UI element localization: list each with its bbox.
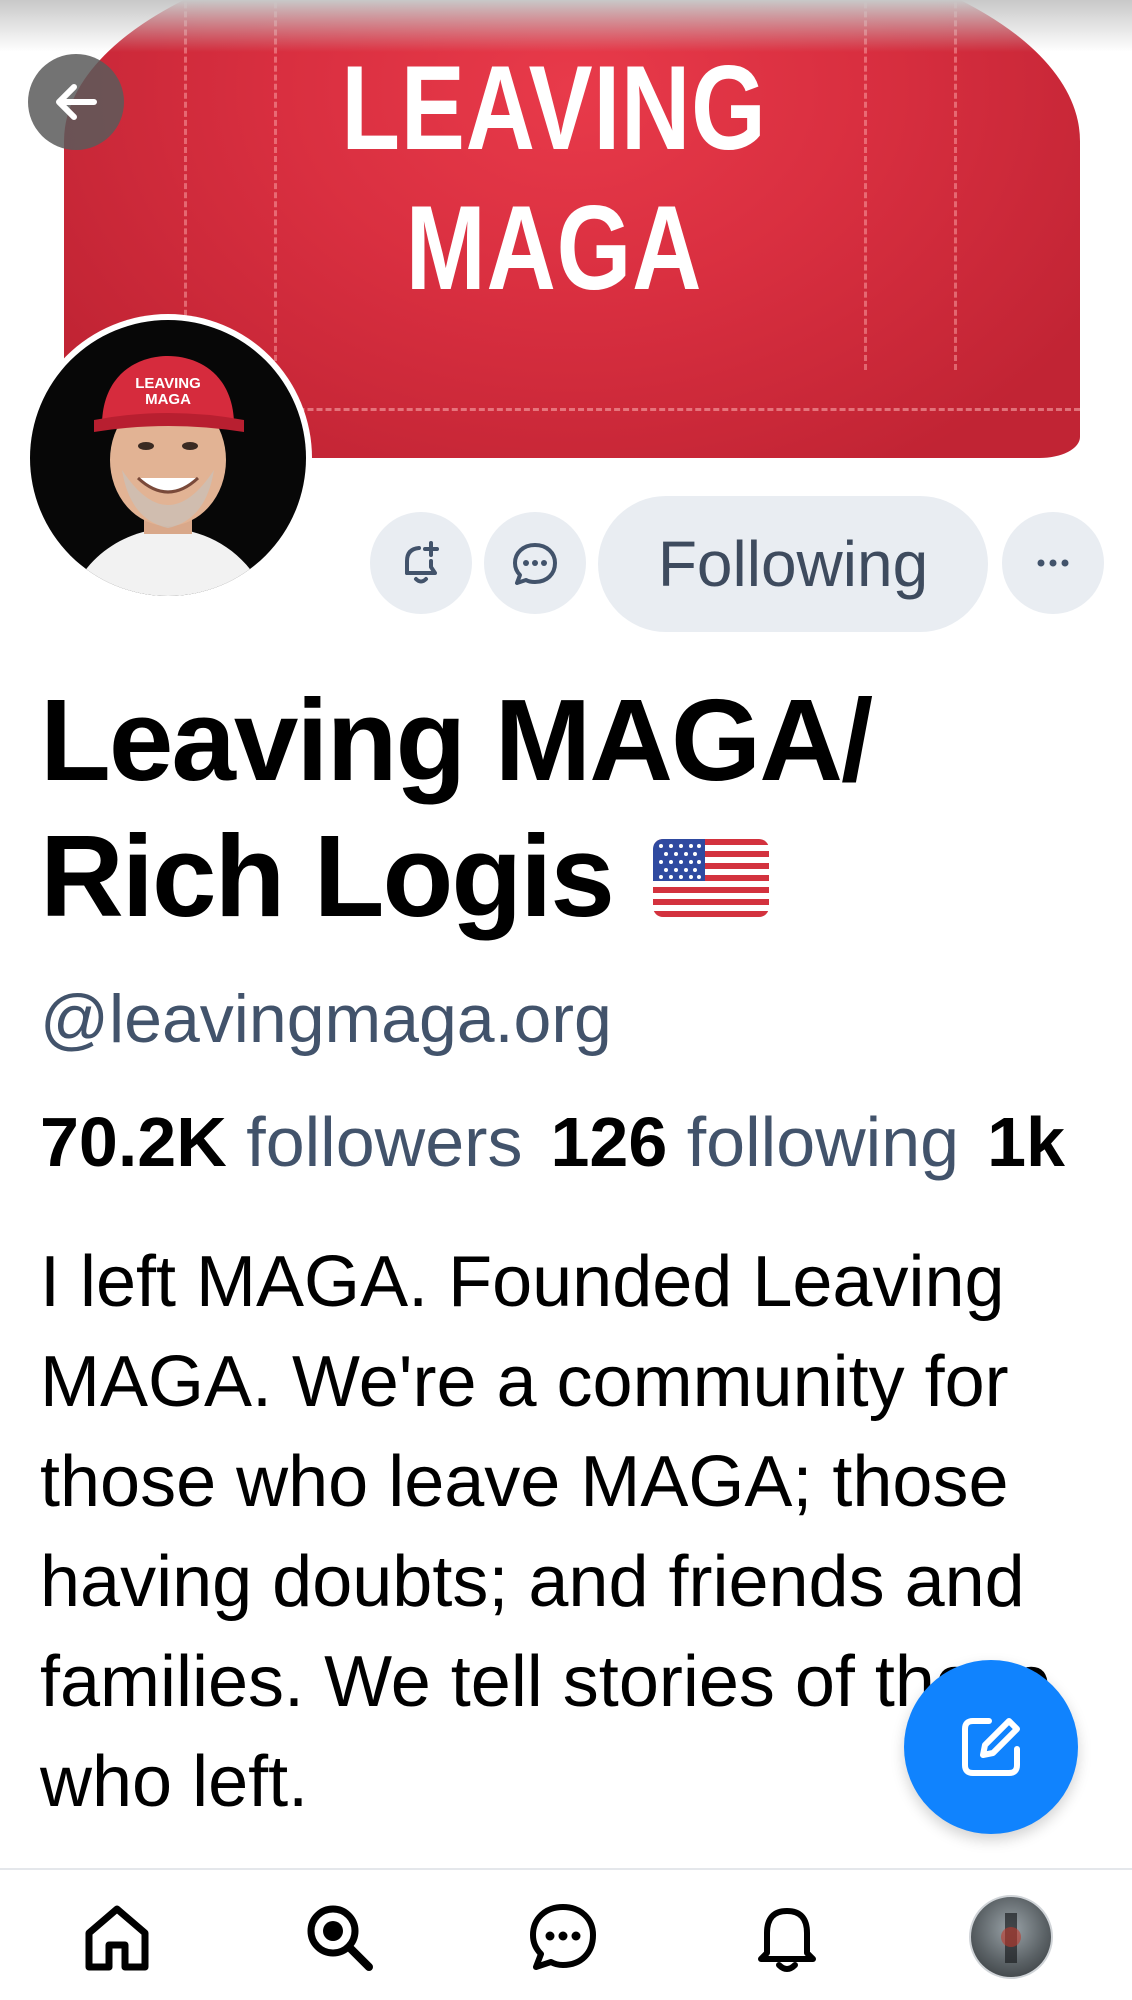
- followers-label: followers: [246, 1103, 523, 1181]
- following-button[interactable]: Following: [598, 496, 988, 632]
- compose-icon: [962, 1718, 1020, 1776]
- display-name-line2: Rich Logis: [40, 811, 615, 941]
- bell-plus-icon: [405, 541, 439, 584]
- avatar-photo: LEAVING MAGA: [30, 320, 306, 596]
- back-button[interactable]: [28, 54, 124, 150]
- display-name: Leaving MAGA/ Rich Logis: [40, 672, 1100, 945]
- compose-button[interactable]: [904, 1660, 1078, 1834]
- following-stat[interactable]: 126 following: [550, 1103, 987, 1181]
- posts-count: 1k: [987, 1103, 1065, 1181]
- home-icon: [85, 1905, 149, 1971]
- notifications-icon: [758, 1908, 816, 1972]
- profile-avatar-thumbnail: [969, 1895, 1053, 1979]
- arrow-left-icon: [56, 84, 97, 120]
- nav-home[interactable]: [72, 1892, 162, 1982]
- bottom-navigation: [0, 1868, 1132, 2000]
- following-count: 126: [550, 1103, 668, 1181]
- chat-icon: [530, 1904, 596, 1970]
- nav-notifications[interactable]: [742, 1892, 832, 1982]
- avatar-hat-text-line2: MAGA: [145, 391, 191, 408]
- avatar-hat-text: LEAVING MAGA: [30, 376, 306, 408]
- us-flag-icon: [652, 809, 769, 945]
- nav-search[interactable]: [294, 1892, 384, 1982]
- profile-handle[interactable]: @leavingmaga.org: [40, 980, 612, 1058]
- profile-stats: 70.2K followers 126 following 1k: [40, 1100, 1065, 1184]
- nav-profile[interactable]: [966, 1892, 1056, 1982]
- followers-stat[interactable]: 70.2K followers: [40, 1103, 550, 1181]
- search-icon: [307, 1905, 373, 1971]
- display-name-line1: Leaving MAGA/: [40, 675, 873, 805]
- ellipsis-icon: [1037, 559, 1069, 567]
- message-button[interactable]: [484, 512, 586, 614]
- avatar-portrait: [70, 356, 266, 596]
- followers-count: 70.2K: [40, 1103, 227, 1181]
- more-options-button[interactable]: [1002, 512, 1104, 614]
- profile-avatar[interactable]: LEAVING MAGA: [24, 314, 312, 602]
- nav-chat[interactable]: [518, 1892, 608, 1982]
- notify-button[interactable]: [370, 512, 472, 614]
- banner-hat-text-line2: MAGA: [405, 181, 703, 315]
- banner-hat-text: LEAVING MAGA: [111, 38, 997, 318]
- profile-page: LEAVING MAGA LEAVING MAGA Following Leav…: [0, 0, 1132, 2000]
- avatar-hat-text-line1: LEAVING: [135, 375, 201, 392]
- following-label: following: [686, 1103, 960, 1181]
- chat-bubble-icon: [513, 543, 557, 585]
- banner-hat-text-line1: LEAVING: [341, 41, 767, 175]
